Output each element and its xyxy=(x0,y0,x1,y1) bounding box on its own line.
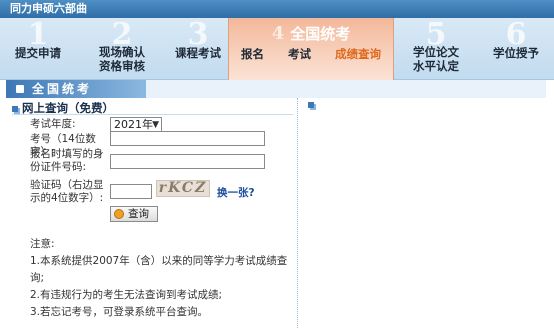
window-title: 同力申硕六部曲 xyxy=(0,0,554,18)
step-label: 学位授予 xyxy=(493,46,539,60)
captcha-label: 验证码（右边显示的4位数字）: xyxy=(30,179,104,204)
step-label: 课程考试 xyxy=(175,46,221,60)
exam-year-select[interactable]: 2021年 ▼ xyxy=(110,117,162,132)
id-number-label: 报名时填写的身份证件号码: xyxy=(30,148,104,173)
exam-number-input[interactable] xyxy=(110,131,265,146)
step-onsite-confirmation[interactable]: 2 现场确认 资格审核 xyxy=(76,18,168,80)
note-item: 1.本系统提供2007年（含）以来的同等学力考试成绩查询; xyxy=(30,255,288,284)
step-active-heading: 4 全国统考 xyxy=(229,23,393,44)
exam-year-value: 2021年 xyxy=(114,118,153,131)
square-bullet-icon xyxy=(16,85,24,93)
step-degree-award[interactable]: 6 学位授予 xyxy=(478,18,554,80)
subitem-exam[interactable]: 考试 xyxy=(288,46,311,62)
section-banner: 全国统考 xyxy=(6,80,146,98)
step-national-exam[interactable]: 4 全国统考 报名 考试 成绩查询 xyxy=(228,18,394,80)
note-item: 3.若忘记考号，可登录系统平台查询。 xyxy=(30,306,209,318)
exam-year-label: 考试年度: xyxy=(30,118,76,130)
divider xyxy=(12,114,293,115)
notes-title: 注意: xyxy=(30,238,55,250)
step-label: 学位论文 水平认定 xyxy=(413,45,459,73)
captcha-image: rKCZ xyxy=(156,180,210,197)
query-heading-text: 网上查询（免费） xyxy=(22,101,114,115)
notes: 注意: 1.本系统提供2007年（含）以来的同等学力考试成绩查询; 2.有违规行… xyxy=(30,236,292,321)
step-thesis-assessment[interactable]: 5 学位论文 水平认定 xyxy=(394,18,478,80)
step-label: 全国统考 xyxy=(290,25,351,43)
step-label: 提交申请 xyxy=(15,46,61,60)
step-number: 4 xyxy=(271,23,285,44)
subitem-registration[interactable]: 报名 xyxy=(241,46,264,62)
search-icon xyxy=(114,209,124,219)
query-button-label: 查询 xyxy=(128,208,149,220)
step-subitems: 报名 考试 成绩查询 xyxy=(229,46,393,62)
refresh-captcha-link[interactable]: 换一张? xyxy=(217,185,255,200)
subitem-score-query[interactable]: 成绩查询 xyxy=(335,46,381,62)
step-course-exam[interactable]: 3 课程考试 xyxy=(168,18,228,80)
step-submit-application[interactable]: 1 提交申请 xyxy=(0,18,76,80)
square-bullet-icon xyxy=(308,102,314,108)
query-button[interactable]: 查询 xyxy=(110,206,158,222)
square-bullet-icon xyxy=(12,105,18,112)
section-title: 全国统考 xyxy=(32,82,93,96)
steps-bar: 1 提交申请 2 现场确认 资格审核 3 课程考试 4 全国统考 报名 考试 成绩… xyxy=(0,18,554,80)
id-number-input[interactable] xyxy=(110,154,265,169)
step-label: 现场确认 资格审核 xyxy=(99,45,145,73)
captcha-input[interactable] xyxy=(110,184,152,199)
side-panel xyxy=(298,98,546,328)
note-item: 2.有违规行为的考生无法查询到考试成绩; xyxy=(30,289,223,301)
